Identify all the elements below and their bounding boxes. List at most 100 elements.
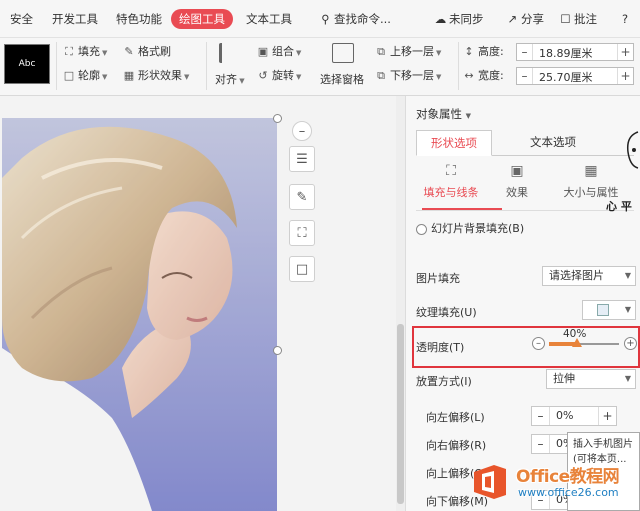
menu-text-tools[interactable]: 文本工具 — [246, 10, 292, 28]
menu-sync-status[interactable]: ☁ 未同步 — [434, 10, 484, 28]
scrollbar-thumb[interactable] — [397, 324, 404, 504]
app-window: 安全 开发工具 特色功能 绘图工具 文本工具 ⚲ 查找命令... ☁ 未同步 ↗ 分享… — [0, 0, 640, 511]
frame-tool-button[interactable]: □ — [289, 256, 315, 282]
fill-bucket-icon: ⛶ — [65, 45, 73, 58]
comments-label: 批注 — [574, 12, 597, 26]
group-icon: ▣ — [257, 45, 269, 58]
width-value[interactable]: 25.70厘米 — [539, 69, 593, 85]
resize-handle-right[interactable] — [273, 346, 282, 355]
shape-effect-button[interactable]: ▦ 形状效果 ▼ — [122, 68, 190, 84]
height-icon: ↕ — [464, 45, 474, 58]
chevron-down-icon: ▼ — [102, 49, 108, 57]
menu-share[interactable]: ↗ 分享 — [506, 10, 544, 28]
pen-tool-button[interactable]: ✎ — [289, 184, 315, 210]
shape-effect-icon: ▦ — [123, 69, 135, 82]
active-subtab-indicator — [422, 208, 502, 210]
watermark-url: www.office26.com — [518, 486, 619, 499]
send-backward-button[interactable]: ⧉ 下移一层 ▼ — [374, 68, 441, 84]
help-button[interactable]: ? — [622, 10, 628, 28]
rotate-label: 旋转 — [272, 69, 294, 82]
chevron-down-icon: ▼ — [436, 49, 442, 57]
group-button[interactable]: ▣ 组合 ▼ — [256, 44, 302, 60]
bring-forward-button[interactable]: ⧉ 上移一层 ▼ — [374, 44, 441, 60]
offset-left-field[interactable]: – 0% + — [531, 406, 617, 426]
rotate-button[interactable]: ↺ 旋转 ▼ — [256, 68, 301, 84]
shape-style-preview[interactable]: Abc — [4, 44, 50, 84]
menu-search-command[interactable]: ⚲ 查找命令... — [319, 10, 391, 28]
menu-comments[interactable]: ☐ 批注 — [559, 10, 597, 28]
subtab-fill-line[interactable]: ⛶ 填充与线条 — [416, 162, 486, 200]
height-field[interactable]: – 18.89厘米 + — [516, 43, 634, 61]
transparency-increase-button[interactable]: + — [624, 337, 637, 350]
placement-label: 放置方式(I) — [416, 375, 472, 388]
offset-left-value[interactable]: 0% — [556, 409, 573, 422]
bring-forward-icon: ⧉ — [377, 45, 385, 58]
office-logo-icon — [474, 465, 506, 499]
fill-tool-button[interactable]: ⛶ — [289, 220, 315, 246]
width-decrease-button[interactable]: – — [517, 68, 533, 84]
texture-fill-dropdown[interactable]: ▼ — [582, 300, 636, 320]
format-brush-label: 格式刷 — [138, 45, 171, 58]
send-backward-label: 下移一层 — [390, 69, 434, 82]
resize-handle-top-right[interactable] — [273, 114, 282, 123]
offset-right-label: 向右偏移(R) — [426, 439, 487, 452]
office26-watermark: Office教程网 www.office26.com — [470, 458, 640, 508]
canvas-scrollbar[interactable] — [396, 96, 405, 511]
offset-left-increase[interactable]: + — [598, 407, 616, 425]
search-icon: ⚲ — [321, 12, 330, 26]
picture-fill-dropdown[interactable]: 请选择图片 ▼ — [542, 266, 636, 286]
fill-label: 填充 — [78, 45, 100, 58]
transparency-highlight-box — [412, 326, 640, 368]
align-label: 对齐 ▼ — [215, 73, 245, 86]
offset-right-decrease[interactable]: – — [532, 435, 550, 453]
chevron-down-icon: ▼ — [436, 73, 442, 81]
selected-picture[interactable] — [2, 118, 277, 511]
bring-forward-label: 上移一层 — [390, 45, 434, 58]
fill-button[interactable]: ⛶ 填充 ▼ — [62, 44, 107, 60]
fill-bucket-icon: ⛶ — [297, 225, 307, 241]
placement-dropdown[interactable]: 拉伸 ▼ — [546, 369, 636, 389]
tab-text-options[interactable]: 文本选项 — [516, 130, 590, 156]
width-increase-button[interactable]: + — [617, 68, 633, 84]
align-icon — [219, 43, 237, 63]
slide-background-fill-option[interactable]: 幻灯片背景填充(B) — [416, 220, 524, 236]
width-label: ↔ 宽度: — [462, 68, 503, 84]
width-field[interactable]: – 25.70厘米 + — [516, 67, 634, 85]
rotate-icon: ↺ — [258, 69, 268, 82]
ribbon: Abc ⛶ 填充 ▼ ✎ 格式刷 □ 轮廓 ▼ ▦ 形状效果 ▼ 对齐 ▼ ▣ 组合 ▼ ↺ 旋转 ▼… — [0, 38, 640, 96]
minus-icon: – — [298, 123, 306, 139]
pen-icon: ✎ — [296, 189, 308, 205]
outline-button[interactable]: □ 轮廓 ▼ — [62, 68, 108, 84]
height-decrease-button[interactable]: – — [517, 44, 533, 60]
subtab-effects[interactable]: ▣ 效果 — [482, 162, 552, 200]
cloud-sync-icon: ☁ — [434, 12, 447, 26]
menu-developer-tools[interactable]: 开发工具 — [52, 10, 98, 28]
texture-fill-label: 纹理填充(U) — [416, 306, 477, 319]
tab-shape-options[interactable]: 形状选项 — [416, 130, 492, 156]
offset-right-field[interactable]: – 0% — [531, 434, 573, 454]
group-label: 组合 — [272, 45, 294, 58]
chevron-down-icon: ▼ — [624, 305, 631, 314]
pane-title[interactable]: 对象属性 ▼ — [416, 106, 471, 122]
pane-tabs: 形状选项 文本选项 — [416, 130, 634, 156]
subtab-effects-label: 效果 — [506, 186, 528, 199]
layers-tool-button[interactable]: ☰ — [289, 146, 315, 172]
format-brush-button[interactable]: ✎ 格式刷 — [122, 44, 171, 60]
chevron-down-icon: ▼ — [624, 271, 631, 280]
menu-drawing-tools[interactable]: 绘图工具 — [171, 9, 233, 29]
format-brush-icon: ✎ — [124, 45, 134, 58]
chevron-down-icon: ▼ — [465, 112, 472, 120]
menu-special-features[interactable]: 特色功能 — [116, 10, 162, 28]
menu-security[interactable]: 安全 — [10, 10, 33, 28]
collapse-toolbar-button[interactable]: – — [292, 121, 312, 141]
offset-left-decrease[interactable]: – — [532, 407, 550, 425]
height-value[interactable]: 18.89厘米 — [539, 45, 593, 61]
chevron-down-icon: ▼ — [102, 73, 108, 81]
picture-fill-value: 请选择图片 — [549, 269, 604, 282]
height-increase-button[interactable]: + — [617, 44, 633, 60]
transparency-decrease-button[interactable]: – — [532, 337, 545, 350]
outline-label: 轮廓 — [78, 69, 100, 82]
radio-button[interactable] — [416, 223, 427, 235]
sync-label: 未同步 — [449, 12, 484, 26]
send-backward-icon: ⧉ — [377, 69, 385, 82]
